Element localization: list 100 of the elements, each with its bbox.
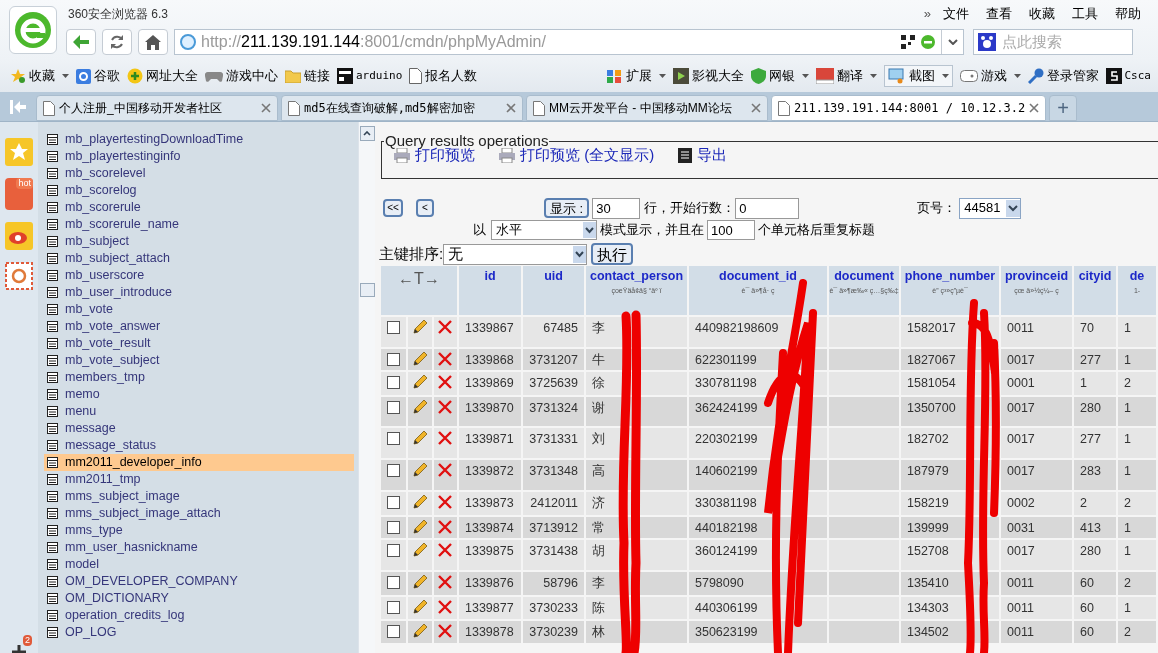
- bookmark-item[interactable]: 游戏中心: [205, 66, 278, 86]
- toolbar-item[interactable]: 扩展: [606, 66, 666, 86]
- bookmark-item[interactable]: 网址大全: [127, 66, 198, 86]
- edit-pencil-icon[interactable]: [410, 398, 429, 416]
- row-checkbox[interactable]: [387, 544, 401, 557]
- table-list-item[interactable]: mm2011_tmp: [44, 471, 354, 488]
- edit-pencil-icon[interactable]: [410, 429, 429, 447]
- table-list-item[interactable]: OP_LOG: [44, 624, 354, 641]
- eye-icon[interactable]: [5, 222, 33, 250]
- browser-tab[interactable]: MM云开发平台 - 中国移动MM论坛: [526, 95, 768, 121]
- table-list-item[interactable]: mb_playertestingDownloadTime: [44, 131, 354, 148]
- column-header[interactable]: id: [459, 266, 523, 315]
- delete-icon[interactable]: [438, 375, 453, 389]
- execute-button[interactable]: 执行: [591, 243, 634, 265]
- toolbar-item[interactable]: 影视大全: [672, 66, 744, 86]
- delete-icon[interactable]: [438, 600, 453, 614]
- toolbar-item[interactable]: 游戏: [959, 66, 1021, 86]
- table-list-item[interactable]: mms_type: [44, 522, 354, 539]
- table-list-item[interactable]: menu: [44, 403, 354, 420]
- home-button[interactable]: [138, 29, 168, 55]
- table-list-item[interactable]: mb_userscore: [44, 267, 354, 284]
- table-list-item[interactable]: members_tmp: [44, 369, 354, 386]
- search-input[interactable]: 点此搜索: [1002, 30, 1122, 54]
- mode-select[interactable]: 水平: [491, 220, 597, 240]
- operation-link[interactable]: 导出: [678, 144, 728, 167]
- edit-pencil-icon[interactable]: [410, 350, 429, 368]
- first-page-button[interactable]: <<: [383, 199, 403, 217]
- search-field[interactable]: 点此搜索: [973, 29, 1133, 55]
- previous-page-button[interactable]: <: [416, 199, 434, 217]
- table-list-item[interactable]: mb_scorerule_name: [44, 216, 354, 233]
- menu-item[interactable]: 帮助: [1115, 3, 1141, 24]
- edit-pencil-icon[interactable]: [410, 318, 429, 336]
- vertical-scrollbar[interactable]: [358, 122, 375, 653]
- menu-item[interactable]: 查看: [986, 3, 1012, 24]
- table-list-item[interactable]: mb_vote: [44, 301, 354, 318]
- table-list-item[interactable]: OM_DEVELOPER_COMPANY: [44, 573, 354, 590]
- menu-item[interactable]: 工具: [1072, 3, 1098, 24]
- table-list-item[interactable]: mb_playertestinginfo: [44, 148, 354, 165]
- delete-icon[interactable]: [438, 543, 453, 557]
- toolbar-item[interactable]: 登录管家: [1027, 66, 1099, 86]
- delete-icon[interactable]: [438, 463, 453, 477]
- table-list-item[interactable]: mb_vote_result: [44, 335, 354, 352]
- scroll-thumb[interactable]: [359, 283, 375, 297]
- show-button[interactable]: 显示 :: [544, 198, 590, 218]
- close-icon[interactable]: [1029, 103, 1040, 113]
- table-list-item[interactable]: mb_scorelevel: [44, 165, 354, 182]
- menu-more[interactable]: »: [923, 3, 931, 24]
- column-header[interactable]: cityid: [1074, 266, 1118, 315]
- menu-item[interactable]: 文件: [943, 3, 969, 24]
- close-icon[interactable]: [751, 103, 761, 113]
- browser-logo-icon[interactable]: [9, 6, 57, 54]
- delete-icon[interactable]: [438, 624, 453, 638]
- row-checkbox[interactable]: [387, 321, 401, 334]
- close-icon[interactable]: [261, 103, 271, 113]
- browser-tab[interactable]: 个人注册_中国移动开发者社区: [36, 95, 278, 121]
- column-header[interactable]: uid: [523, 266, 586, 315]
- menu-item[interactable]: 收藏: [1029, 3, 1055, 24]
- table-list-item[interactable]: mb_vote_answer: [44, 318, 354, 335]
- refresh-button[interactable]: [102, 29, 132, 55]
- delete-icon[interactable]: [438, 431, 453, 445]
- edit-pencil-icon[interactable]: [410, 461, 429, 479]
- table-list-item[interactable]: model: [44, 556, 354, 573]
- repeat-headers-input[interactable]: 100: [707, 220, 755, 240]
- delete-icon[interactable]: [438, 400, 453, 414]
- table-list-item[interactable]: memo: [44, 386, 354, 403]
- table-list-item[interactable]: OM_DICTIONARY: [44, 590, 354, 607]
- qr-code-icon[interactable]: [901, 35, 915, 49]
- table-list-item[interactable]: mb_subject: [44, 233, 354, 250]
- edit-pencil-icon[interactable]: [410, 573, 429, 591]
- table-list-item[interactable]: mm_user_hasnickname: [44, 539, 354, 556]
- browser-tab[interactable]: 211.139.191.144:8001 / 10.12.3.2: [771, 95, 1047, 121]
- toolbar-item[interactable]: 网银: [750, 66, 809, 86]
- row-checkbox[interactable]: [387, 601, 401, 614]
- address-bar[interactable]: http://211.139.191.144:8001/cmdn/phpMyAdmin/: [174, 29, 964, 55]
- toolbar-item[interactable]: Csca: [1105, 67, 1151, 85]
- row-checkbox[interactable]: [387, 464, 401, 477]
- edit-pencil-icon[interactable]: [410, 598, 429, 616]
- toolbar-item[interactable]: 翻译: [815, 66, 877, 86]
- row-checkbox[interactable]: [387, 496, 401, 509]
- page-select[interactable]: 44581: [959, 197, 1022, 219]
- table-list-item[interactable]: mms_subject_image_attach: [44, 505, 354, 522]
- delete-icon[interactable]: [438, 495, 453, 509]
- edit-pencil-icon[interactable]: [410, 493, 429, 511]
- table-list-item[interactable]: mb_vote_subject: [44, 352, 354, 369]
- row-checkbox[interactable]: [387, 576, 401, 589]
- delete-icon[interactable]: [438, 352, 453, 366]
- edit-pencil-icon[interactable]: [410, 622, 429, 640]
- row-checkbox[interactable]: [387, 401, 401, 414]
- bookmark-item[interactable]: 谷歌: [76, 66, 120, 86]
- new-tab-button[interactable]: +: [1049, 95, 1078, 121]
- row-checkbox[interactable]: [387, 376, 401, 389]
- row-checkbox[interactable]: [387, 353, 401, 366]
- sort-select[interactable]: 无: [443, 243, 588, 265]
- resize-arrows[interactable]: ←T→: [398, 267, 440, 315]
- table-list-item[interactable]: mm2011_developer_info: [44, 454, 354, 471]
- delete-icon[interactable]: [438, 575, 453, 589]
- rows-input[interactable]: 30: [592, 197, 641, 219]
- close-icon[interactable]: [506, 103, 516, 113]
- delete-icon[interactable]: [438, 520, 453, 534]
- row-checkbox[interactable]: [387, 625, 401, 638]
